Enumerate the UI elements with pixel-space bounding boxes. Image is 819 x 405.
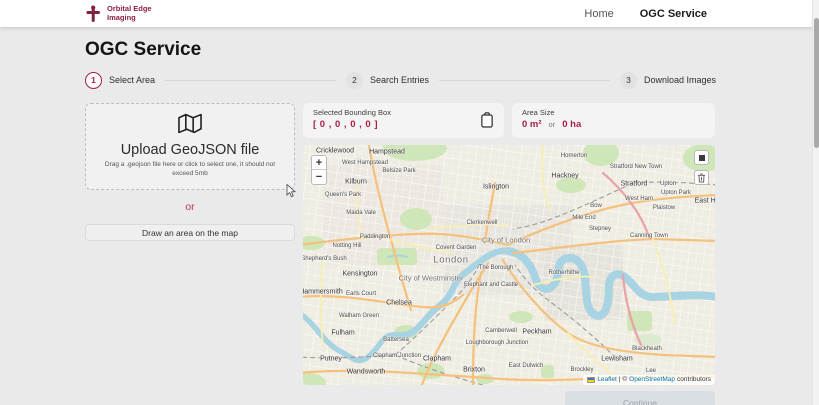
- trash-icon: [698, 173, 705, 182]
- map-tiles: [303, 145, 715, 385]
- area-size-panel: Area Size 0 m² or 0 ha: [512, 103, 715, 138]
- step-1-label: Select Area: [109, 75, 156, 85]
- upload-hint: Drag a .geojson file here or click to se…: [104, 161, 276, 177]
- map-attribution: Leaflet | © OpenStreetMap contributors: [583, 375, 715, 385]
- area-or-label: or: [548, 120, 556, 129]
- continue-button[interactable]: Continue: [565, 391, 715, 405]
- area-ha-value: 0 ha: [562, 119, 582, 130]
- area-m2-value: 0 m²: [522, 119, 542, 130]
- nav-home[interactable]: Home: [584, 8, 613, 20]
- stepper: 1 Select Area 2 Search Entries 3 Downloa…: [85, 71, 716, 89]
- draw-area-button[interactable]: Draw an area on the map: [85, 224, 295, 241]
- step-1-circle: 1: [85, 71, 102, 89]
- logo-line2: Imaging: [107, 12, 136, 22]
- delete-shape-button[interactable]: [694, 170, 709, 185]
- bounding-box-panel: Selected Bounding Box [ 0 , 0 , 0 , 0 ]: [303, 103, 504, 138]
- map-zoom-control: + −: [311, 155, 327, 185]
- area-size-values: 0 m² or 0 ha: [522, 119, 705, 130]
- step-3-label: Download Images: [643, 75, 717, 85]
- draw-rectangle-button[interactable]: [694, 150, 709, 165]
- area-selection-column: Upload GeoJSON file Drag a .geojson file…: [85, 103, 295, 241]
- clipboard-icon: [480, 112, 493, 128]
- page-title: OGC Service: [85, 39, 202, 60]
- logo[interactable]: Orbital Edge Imaging: [85, 4, 152, 23]
- attribution-suffix: contributors: [677, 376, 711, 383]
- rectangle-icon: [698, 154, 705, 161]
- bounding-box-value: [ 0 , 0 , 0 , 0 ]: [313, 119, 378, 130]
- map-icon: [178, 113, 202, 134]
- satellite-logo-icon: [86, 5, 100, 22]
- step-3-circle: 3: [619, 71, 637, 89]
- app-header: Orbital Edge Imaging Home OGC Service: [0, 0, 819, 27]
- bounding-box-label: Selected Bounding Box: [313, 108, 391, 117]
- area-size-label: Area Size: [522, 108, 555, 117]
- map-draw-controls: [694, 150, 709, 185]
- geojson-dropzone[interactable]: Upload GeoJSON file Drag a .geojson file…: [85, 103, 295, 190]
- scrollbar-thumb[interactable]: [814, 18, 819, 148]
- step-connector: [439, 79, 610, 81]
- openstreetmap-link[interactable]: OpenStreetMap: [629, 376, 675, 383]
- or-divider: or: [185, 201, 195, 213]
- step-connector: [165, 79, 336, 81]
- logo-text: Orbital Edge Imaging: [107, 4, 152, 22]
- upload-title: Upload GeoJSON file: [120, 142, 260, 158]
- attribution-separator: | ©: [618, 376, 628, 383]
- leaflet-link[interactable]: Leaflet: [597, 376, 617, 383]
- nav-ogc-service[interactable]: OGC Service: [640, 8, 707, 20]
- page-scrollbar[interactable]: [812, 0, 819, 405]
- step-select-area[interactable]: 1 Select Area: [85, 71, 156, 89]
- main-nav: Home OGC Service: [584, 8, 707, 20]
- zoom-in-button[interactable]: +: [312, 156, 326, 170]
- leaflet-map[interactable]: Cricklewood Hampstead West Hampstead Belsiz…: [303, 145, 715, 385]
- step-2-label: Search Entries: [369, 75, 430, 85]
- info-panels: Selected Bounding Box [ 0 , 0 , 0 , 0 ] …: [303, 103, 715, 138]
- copy-bbox-button[interactable]: [479, 112, 494, 129]
- zoom-out-button[interactable]: −: [312, 170, 326, 184]
- leaflet-flag-icon: [587, 376, 596, 383]
- step-2-circle: 2: [345, 71, 363, 89]
- step-download-images[interactable]: 3 Download Images: [619, 71, 717, 89]
- step-search-entries[interactable]: 2 Search Entries: [345, 71, 430, 89]
